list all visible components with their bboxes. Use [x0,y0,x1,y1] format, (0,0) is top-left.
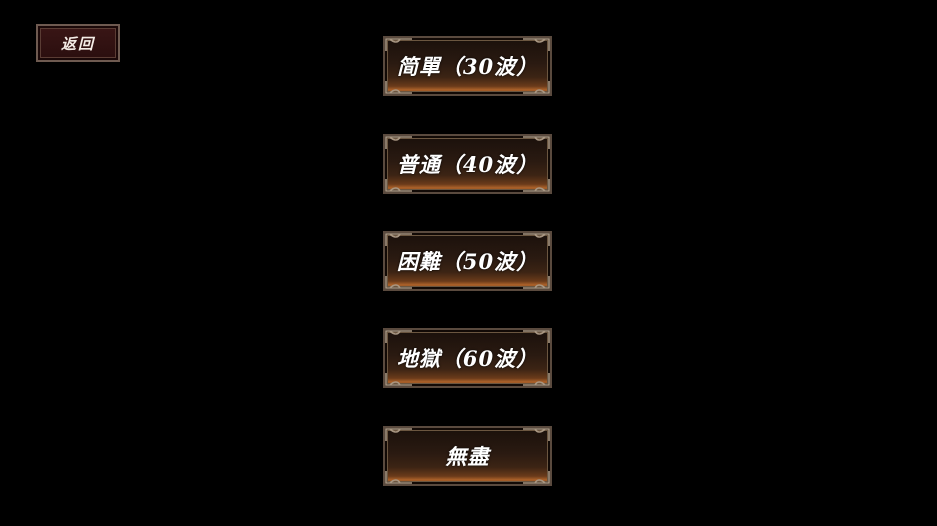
ornament-icon [523,428,550,441]
ornament-icon [385,471,412,484]
difficulty-label: 無盡 [445,444,490,469]
ornament-icon [385,179,412,192]
difficulty-button-hard[interactable]: 困難（50波） [383,231,552,291]
ornament-icon [385,276,412,289]
difficulty-button-endless[interactable]: 無盡 [383,426,552,486]
difficulty-label: 简單（30波） [396,54,539,79]
ornament-icon [385,373,412,386]
back-button-label: 返回 [60,34,95,53]
ornament-icon [523,471,550,484]
ornament-icon [385,428,412,441]
difficulty-label: 困難（50波） [396,249,539,274]
difficulty-button-easy[interactable]: 简單（30波） [383,36,552,96]
ornament-icon [385,81,412,94]
difficulty-button-hell[interactable]: 地獄（60波） [383,328,552,388]
ornament-icon [523,373,550,386]
ornament-icon [523,81,550,94]
difficulty-label: 地獄（60波） [396,346,539,371]
difficulty-label: 普通（40波） [396,152,539,177]
ornament-icon [523,179,550,192]
difficulty-button-normal[interactable]: 普通（40波） [383,134,552,194]
ornament-icon [523,276,550,289]
back-button[interactable]: 返回 [36,24,120,62]
